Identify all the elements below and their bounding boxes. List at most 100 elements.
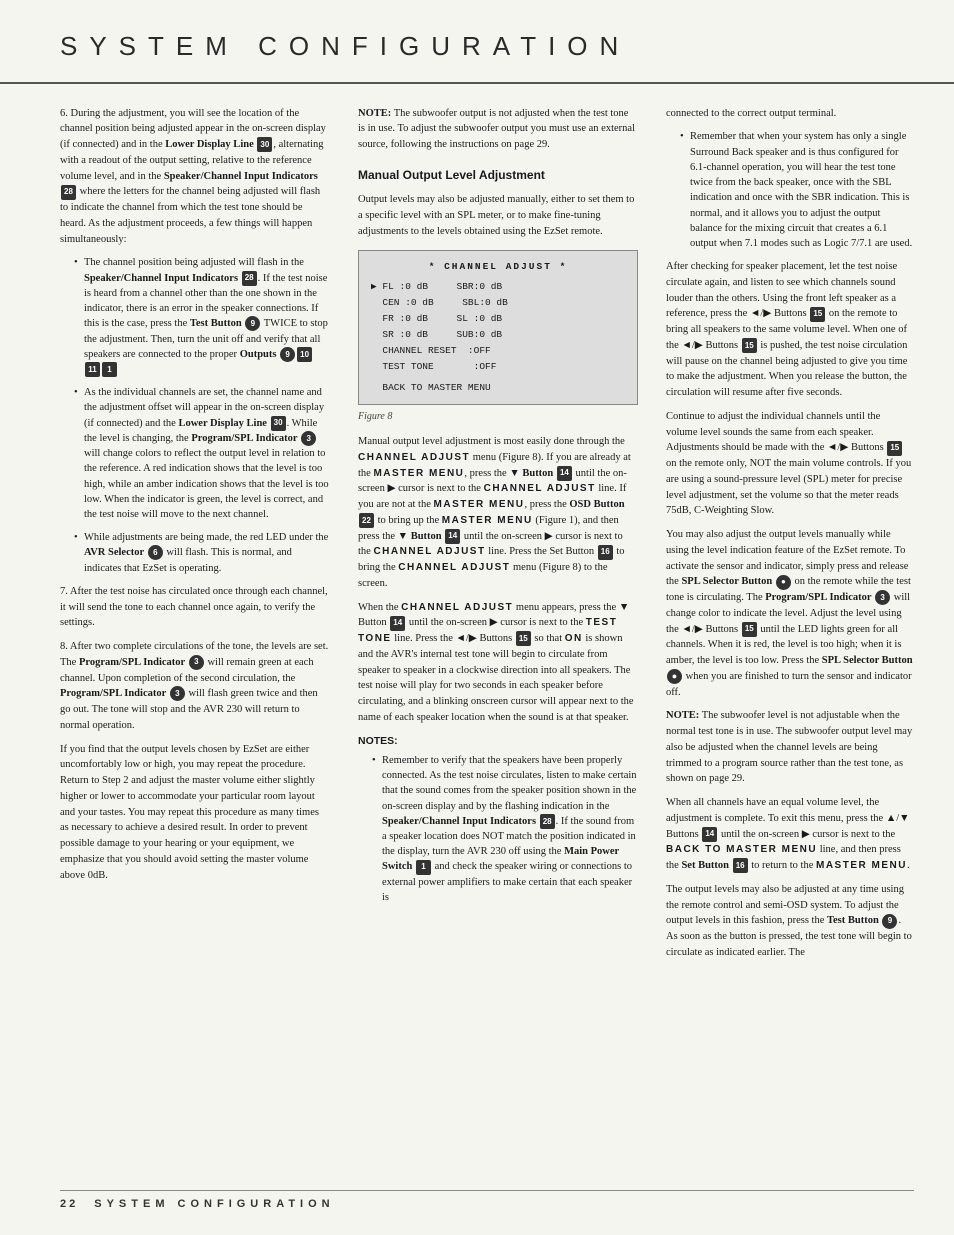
footer-page-num: 22 (60, 1197, 78, 1213)
page-title: SYSTEM CONFIGURATION (60, 28, 894, 66)
channel-display-header: * CHANNEL ADJUST * (371, 259, 625, 275)
num14-1: 14 (557, 466, 572, 481)
right-para4: You may also adjust the output levels ma… (666, 527, 914, 700)
note-speaker-label: Speaker/Channel Input Indicators (382, 816, 536, 827)
channel-adjust-sc2: CHANNEL ADJUST (484, 483, 596, 494)
num15-1: 15 (516, 631, 531, 646)
master-menu-sc1: MASTER MENU (373, 468, 464, 479)
bullet1-label1: Speaker/Channel Input Indicators (84, 273, 238, 284)
bullet1-num28: 28 (242, 271, 257, 286)
bullet-item-1: The channel position being adjusted will… (74, 255, 330, 377)
spl-selector-label1: SPL Selector Button (681, 576, 772, 587)
channel-adjust-sc1: CHANNEL ADJUST (358, 452, 470, 463)
right-note: NOTE: The subwoofer level is not adjusta… (666, 708, 914, 787)
bullet1-test-label: Test Button (190, 318, 242, 329)
notes-label: NOTES: (358, 734, 638, 749)
note-label-2: NOTE: (666, 710, 699, 721)
left-intro: 6. During the adjustment, you will see t… (60, 106, 330, 248)
channel-adjust-sc3: CHANNEL ADJUST (373, 546, 485, 557)
middle-body-2: When the CHANNEL ADJUST menu appears, pr… (358, 600, 638, 726)
indicator-28: 28 (61, 185, 76, 200)
right-num15-4: 15 (742, 622, 757, 637)
right-para3: Continue to adjust the individual channe… (666, 409, 914, 519)
manual-output-heading: Manual Output Level Adjustment (358, 167, 638, 184)
manual-intro: Output levels may also be adjusted manua… (358, 192, 638, 239)
bullet-item-2: As the individual channels are set, the … (74, 385, 330, 522)
right-num3-1: 3 (875, 590, 890, 605)
channel-display-row-fl: ▶ FL :0 dB SBR:0 dB (371, 279, 625, 295)
channel-adjust-sc4: CHANNEL ADJUST (398, 562, 510, 573)
item8-num3a: 3 (189, 655, 204, 670)
master-menu-sc2: MASTER MENU (434, 499, 525, 510)
spl-circle2: ● (667, 669, 682, 684)
bullet2-num3: 3 (301, 431, 316, 446)
channel-display-row-reset: CHANNEL RESET :OFF (371, 343, 625, 359)
right-connected: connected to the correct output terminal… (666, 106, 914, 122)
master-menu-final: MASTER MENU (816, 860, 907, 871)
bullet1-num1: 1 (102, 362, 117, 377)
master-menu-sc3: MASTER MENU (442, 515, 533, 526)
note-num1: 1 (416, 860, 431, 875)
bullet3-avr-label: AVR Selector (84, 547, 144, 558)
spl-circle1: ● (776, 575, 791, 590)
item8-num3b: 3 (170, 686, 185, 701)
channel-display-box: * CHANNEL ADJUST * ▶ FL :0 dB SBR:0 dB C… (358, 250, 638, 405)
back-to-master-sc: BACK TO MASTER MENU (666, 844, 817, 855)
bullet-list-1: The channel position being adjusted will… (74, 255, 330, 575)
right-num14-1: 14 (702, 827, 717, 842)
num14-3: 14 (390, 616, 405, 631)
num14-2: 14 (445, 529, 460, 544)
figure-caption: Figure 8 (358, 410, 638, 425)
right-num15-1: 15 (810, 307, 825, 322)
bullet3-num6: 6 (148, 545, 163, 560)
bullet2-lower-label: Lower Display Line (178, 418, 266, 429)
right-bullet-1: Remember that when your system has only … (680, 129, 914, 251)
page-container: SYSTEM CONFIGURATION 6. During the adjus… (0, 0, 954, 1235)
on-sc: ON (565, 633, 583, 644)
right-para2: After checking for speaker placement, le… (666, 259, 914, 401)
down-button-1: ▼ Button (509, 468, 553, 479)
note-subwoofer: NOTE: The subwoofer output is not adjust… (358, 106, 638, 153)
right-num16: 16 (733, 858, 748, 873)
program-spl-label: Program/SPL Indicator (765, 592, 871, 603)
osd-button: OSD Button (569, 499, 624, 510)
footer-section-title: SYSTEM CONFIGURATION (94, 1197, 334, 1213)
right-column: connected to the correct output terminal… (666, 106, 914, 969)
page-footer: 22 SYSTEM CONFIGURATION (60, 1190, 914, 1213)
item8-spl-label2: Program/SPL Indicator (60, 688, 166, 699)
lower-display-label: Lower Display Line (165, 139, 253, 150)
bullet2-num30: 30 (271, 416, 286, 431)
channel-display-row-cen: CEN :0 dB SBL:0 dB (371, 295, 625, 311)
speaker-channel-label: Speaker/Channel Input Indicators (164, 171, 318, 182)
item7-text: 7. After the test noise has circulated o… (60, 584, 330, 631)
num16-1: 16 (598, 545, 613, 560)
right-para5: When all channels have an equal volume l… (666, 795, 914, 874)
channel-display-back: BACK TO MASTER MENU (371, 380, 625, 396)
bullet1-outputs-label: Outputs (240, 349, 277, 360)
item8-spl-label1: Program/SPL Indicator (79, 657, 185, 668)
content-area: 6. During the adjustment, you will see t… (0, 84, 954, 989)
item8-text: 8. After two complete circulations of th… (60, 639, 330, 734)
notes-bullet-list: Remember to verify that the speakers hav… (372, 753, 638, 905)
indicator-30: 30 (257, 137, 272, 152)
channel-adjust-sc5: CHANNEL ADJUST (401, 602, 513, 613)
bullet1-num9: 9 (245, 316, 260, 331)
right-para6: The output levels may also be adjusted a… (666, 882, 914, 961)
channel-display-row-fr: FR :0 dB SL :0 dB (371, 311, 625, 327)
page-header: SYSTEM CONFIGURATION (0, 0, 954, 84)
num22: 22 (359, 513, 374, 528)
right-num15-3: 15 (887, 441, 902, 456)
set-button-label: Set Button (681, 860, 729, 871)
bullet1-num11: 11 (85, 362, 100, 377)
right-num9: 9 (882, 914, 897, 929)
test-button-label: Test Button (827, 915, 879, 926)
channel-display-row-test: TEST TONE :OFF (371, 359, 625, 375)
bullet-item-3: While adjustments are being made, the re… (74, 530, 330, 576)
left-column: 6. During the adjustment, you will see t… (60, 106, 330, 969)
down-button-2: ▼ Button (398, 531, 442, 542)
note-num28: 28 (540, 814, 555, 829)
middle-column: NOTE: The subwoofer output is not adjust… (358, 106, 638, 969)
note-label: NOTE: (358, 108, 391, 119)
note-bullet-1: Remember to verify that the speakers hav… (372, 753, 638, 905)
bullet2-spl-label: Program/SPL Indicator (191, 433, 297, 444)
